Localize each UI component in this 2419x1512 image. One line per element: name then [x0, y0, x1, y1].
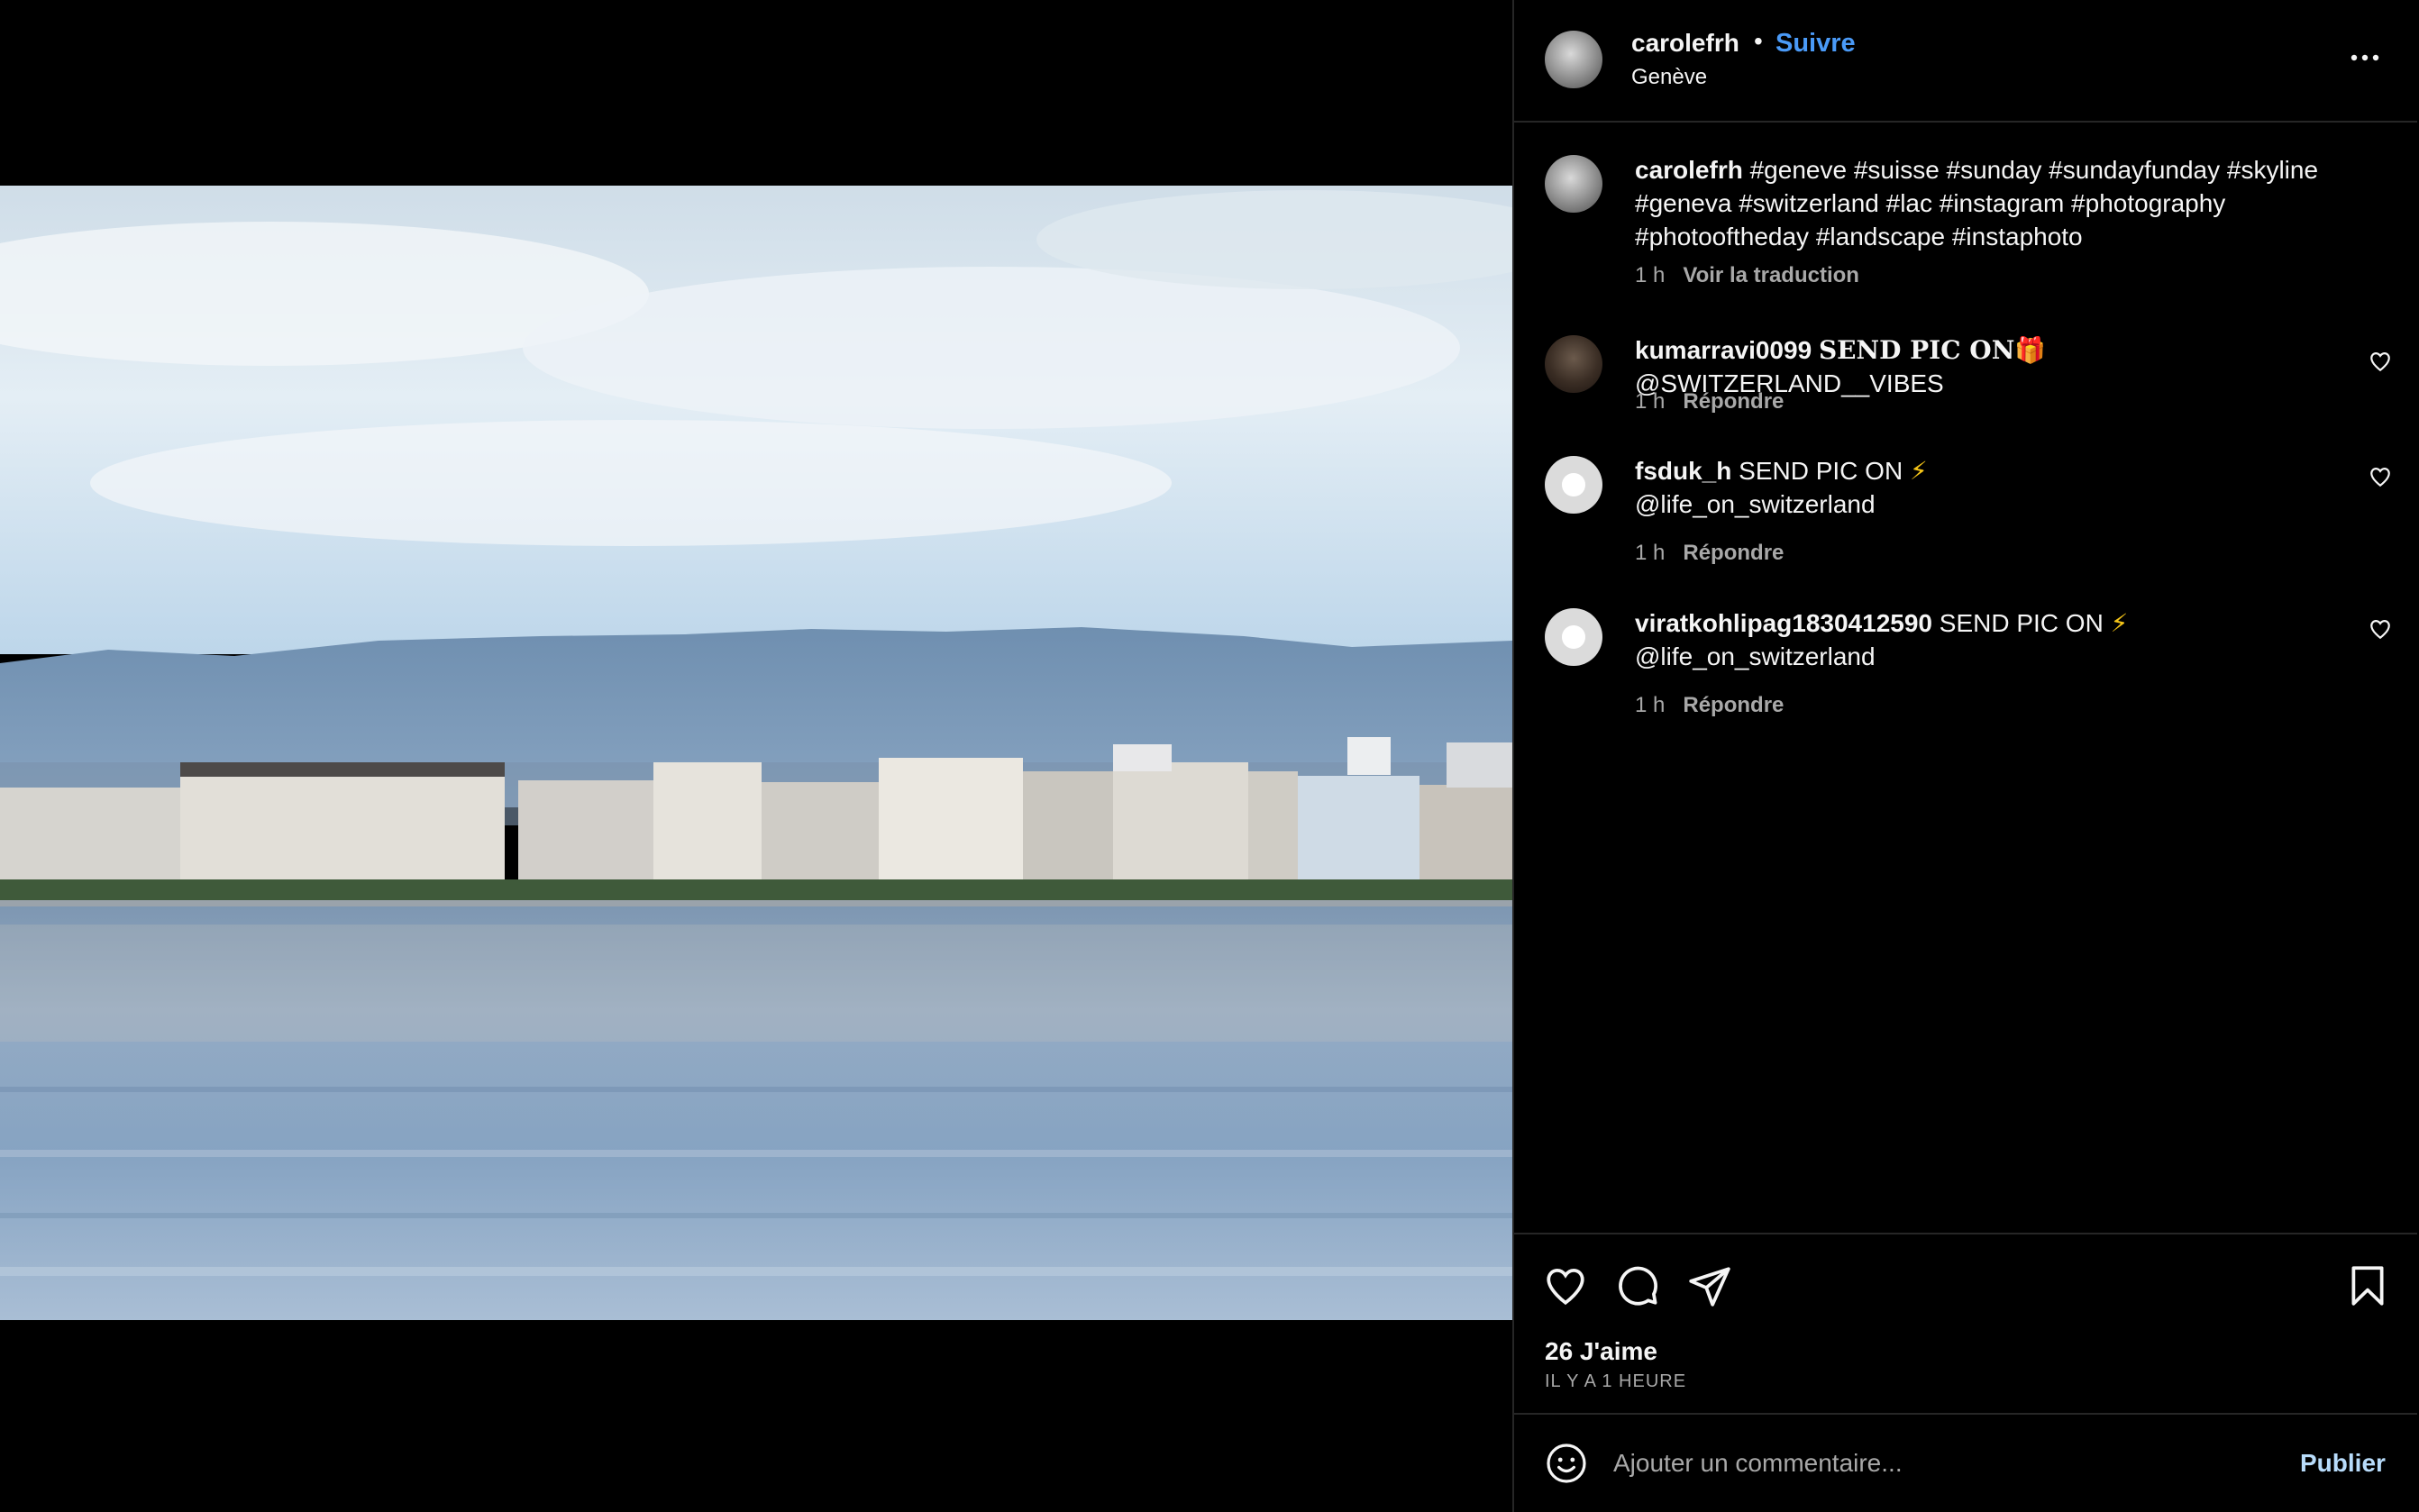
- post-photo[interactable]: [0, 186, 1512, 1320]
- smiley-face-icon[interactable]: [1545, 1442, 1588, 1485]
- caption-meta: 1 h Voir la traduction: [1635, 263, 1859, 288]
- comment-meta: 1 h Répondre: [1635, 541, 1784, 566]
- location-link[interactable]: Genève: [1631, 65, 1707, 90]
- post-actions: 26 J'aime IL Y A 1 HEURE: [1514, 1233, 2417, 1413]
- comment-time: 1 h: [1635, 541, 1666, 565]
- heart-outline-icon[interactable]: [2369, 617, 2392, 641]
- comment-meta: 1 h Répondre: [1635, 693, 1784, 718]
- caption-username[interactable]: carolefrh: [1635, 156, 1743, 184]
- reply-button[interactable]: Répondre: [1683, 541, 1784, 565]
- heart-outline-icon[interactable]: [2369, 465, 2392, 488]
- gift-emoji: 🎁: [2014, 336, 2047, 364]
- comment-mention[interactable]: @life_on_switzerland: [1635, 642, 1876, 670]
- follow-button[interactable]: Suivre: [1775, 29, 1856, 59]
- owner-username[interactable]: carolefrh: [1631, 29, 1739, 58]
- comment-mention[interactable]: @life_on_switzerland: [1635, 490, 1876, 518]
- lake-skyline-image: [0, 186, 1512, 1320]
- paper-plane-icon[interactable]: [1687, 1263, 1732, 1308]
- comment-input[interactable]: [1613, 1438, 2244, 1489]
- commenter-username[interactable]: viratkohlipag1830412590: [1635, 609, 1932, 637]
- translate-link[interactable]: Voir la traduction: [1683, 263, 1859, 287]
- reply-button[interactable]: Répondre: [1683, 389, 1784, 414]
- comment-text: fsduk_h SEND PIC ON ⚡ @life_on_switzerla…: [1635, 454, 2356, 521]
- comment-meta: 1 h Répondre: [1635, 389, 1784, 414]
- post-media-area: [0, 0, 1512, 1512]
- commenter-username[interactable]: kumarravi0099: [1635, 336, 1812, 364]
- commenter-avatar[interactable]: [1545, 335, 1602, 393]
- commenter-avatar[interactable]: [1545, 608, 1602, 666]
- heart-outline-icon[interactable]: [1543, 1263, 1588, 1308]
- speech-bubble-icon[interactable]: [1615, 1263, 1660, 1308]
- comment-time: 1 h: [1635, 389, 1666, 414]
- comment-body: 𝐒𝐄𝐍𝐃 𝐏𝐈𝐂 𝐎𝐍: [1818, 335, 2015, 365]
- more-horizontal-icon[interactable]: [2347, 40, 2383, 76]
- post-header: carolefrh • Suivre Genève: [1514, 0, 2417, 123]
- bookmark-icon[interactable]: [2345, 1263, 2390, 1308]
- comment-body: SEND PIC ON: [1939, 609, 2104, 637]
- lightning-emoji: ⚡: [1909, 457, 1928, 485]
- comment-time: 1 h: [1635, 693, 1666, 717]
- caption-avatar[interactable]: [1545, 155, 1602, 213]
- comment-text: viratkohlipag1830412590 SEND PIC ON ⚡ @l…: [1635, 606, 2356, 673]
- commenter-avatar[interactable]: [1545, 456, 1602, 514]
- add-comment-bar: Publier: [1514, 1413, 2417, 1512]
- post-timestamp[interactable]: IL Y A 1 HEURE: [1545, 1371, 1686, 1392]
- comment-body: SEND PIC ON: [1739, 457, 1903, 485]
- caption-time: 1 h: [1635, 263, 1666, 287]
- heart-outline-icon[interactable]: [2369, 350, 2392, 373]
- post-side-panel: carolefrh • Suivre Genève carolefrh #gen…: [1512, 0, 2419, 1512]
- owner-avatar[interactable]: [1545, 31, 1602, 88]
- comments-list[interactable]: carolefrh #geneve #suisse #sunday #sunda…: [1514, 126, 2417, 1233]
- reply-button[interactable]: Répondre: [1683, 693, 1784, 717]
- publish-button[interactable]: Publier: [2300, 1449, 2386, 1478]
- commenter-username[interactable]: fsduk_h: [1635, 457, 1731, 485]
- likes-count[interactable]: 26 J'aime: [1545, 1337, 1657, 1366]
- lightning-emoji: ⚡: [2110, 609, 2129, 637]
- caption-text: carolefrh #geneve #suisse #sunday #sunda…: [1635, 153, 2356, 253]
- header-separator: •: [1754, 27, 1763, 55]
